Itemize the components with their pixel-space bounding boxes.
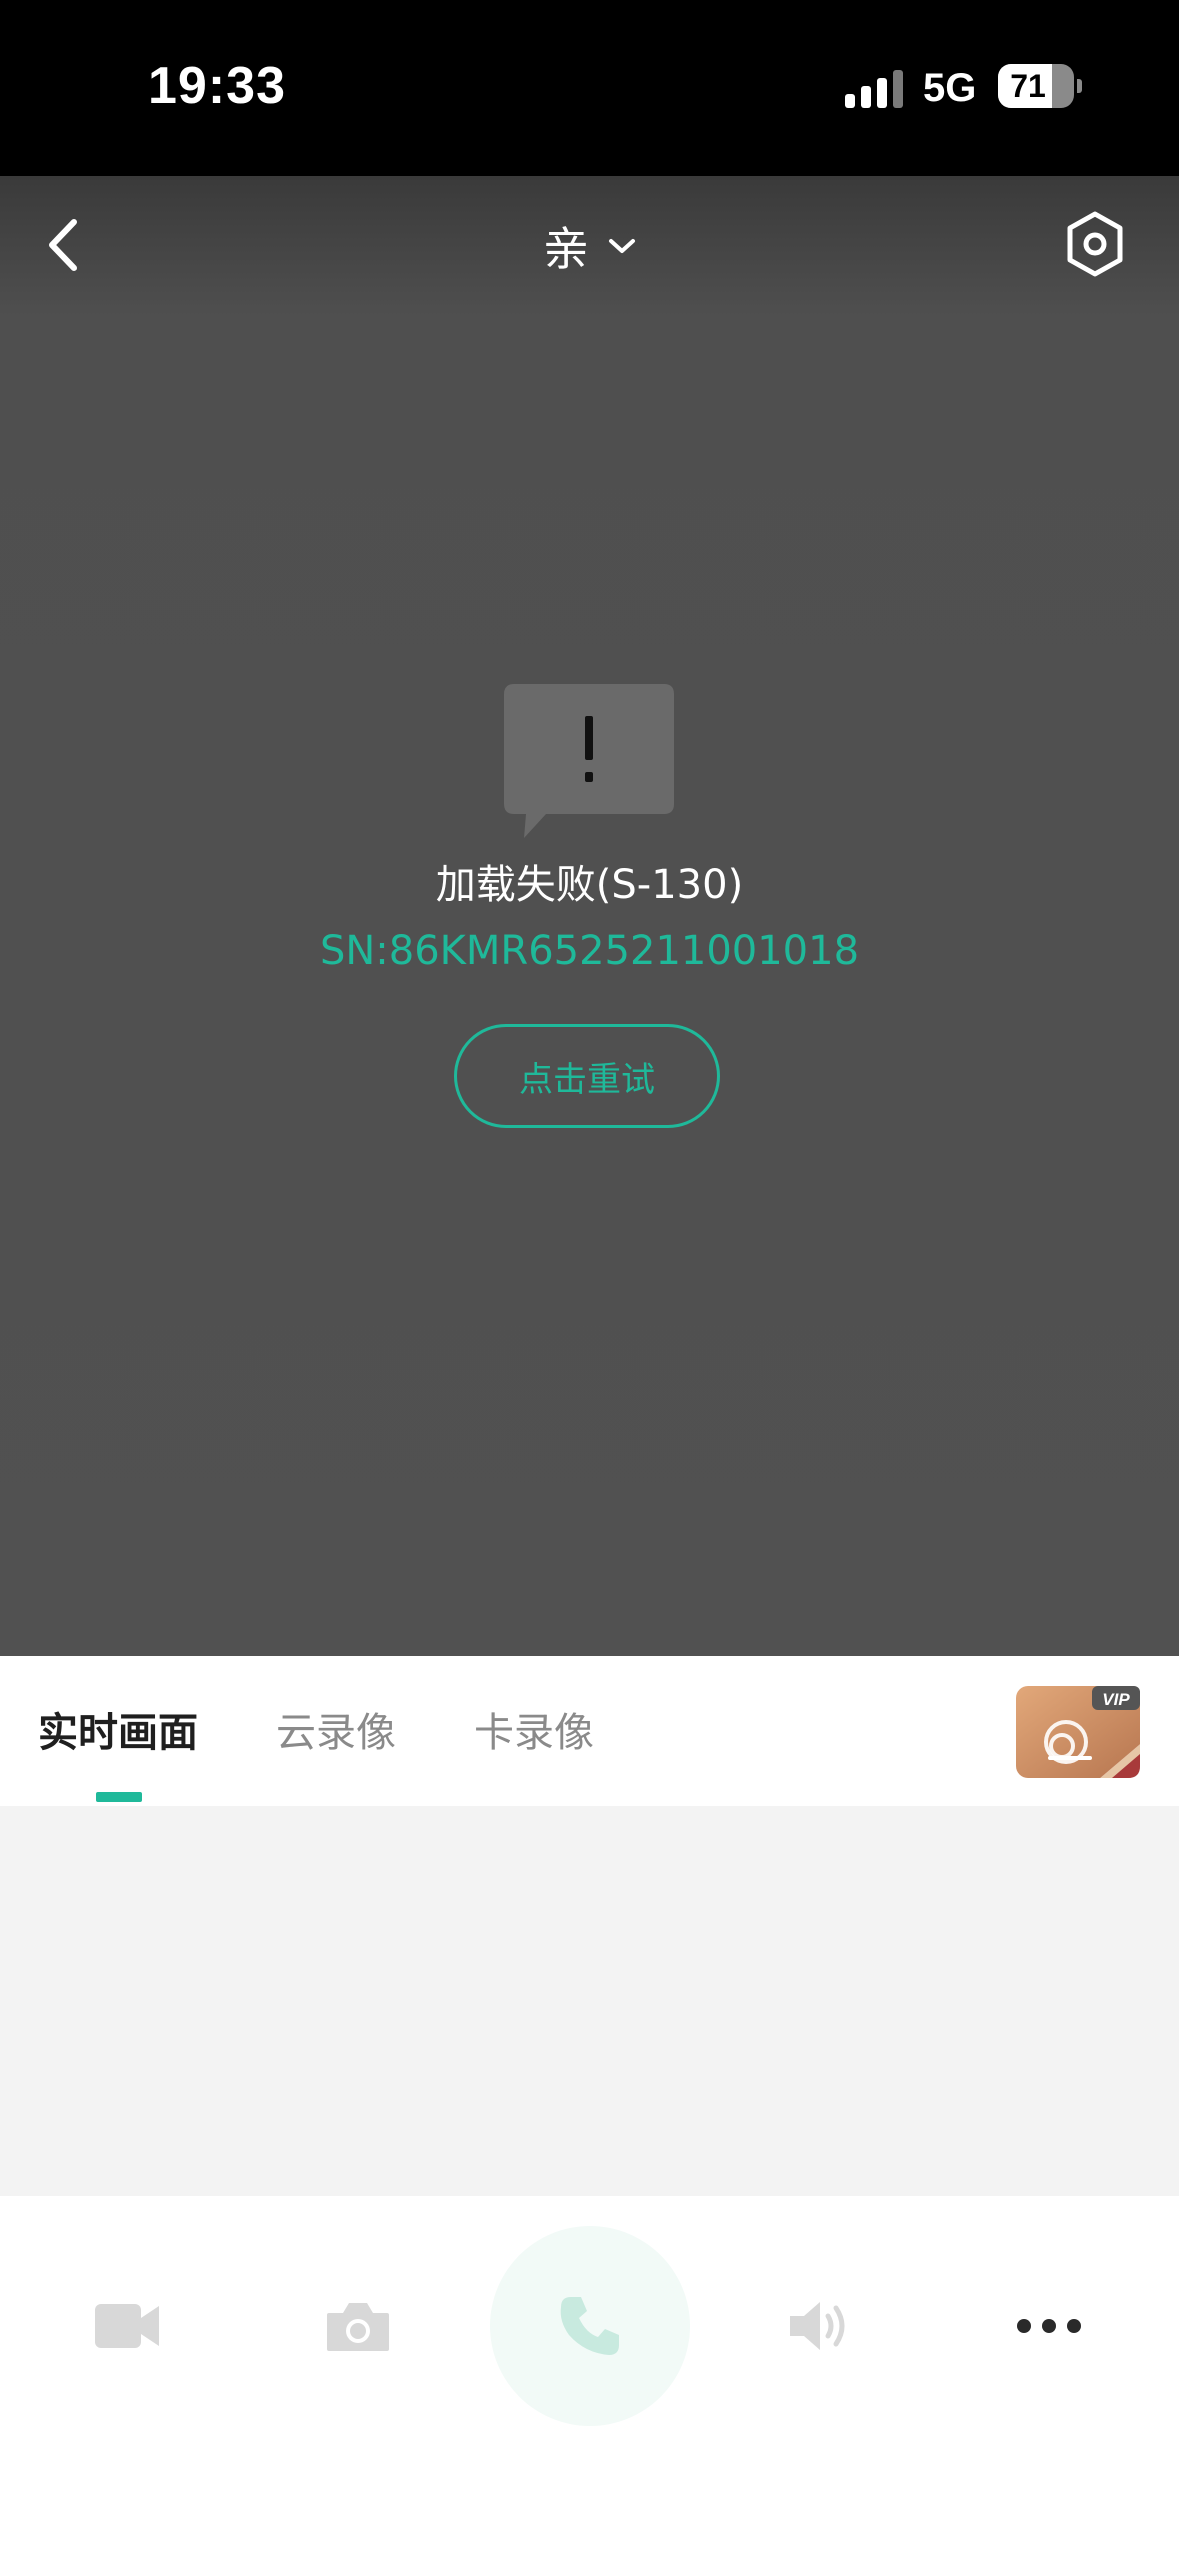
alert-bubble-icon <box>504 684 674 838</box>
cellular-signal-icon <box>845 70 903 108</box>
more-icon <box>1017 2319 1081 2333</box>
phone-icon <box>560 2297 619 2355</box>
battery-percent: 71 <box>1010 68 1046 104</box>
more-button[interactable] <box>999 2276 1099 2376</box>
settings-button[interactable] <box>1062 208 1128 280</box>
hexagon-gear-icon <box>1067 211 1123 277</box>
retry-button[interactable]: 点击重试 <box>454 1024 720 1128</box>
device-serial: SN:86KMR6525211001018 <box>319 928 860 974</box>
status-time: 19:33 <box>148 57 286 115</box>
tab-card-recording[interactable]: 卡录像 <box>474 1700 594 1758</box>
network-type: 5G <box>923 66 977 110</box>
chevron-down-icon <box>609 239 635 253</box>
tab-live-view[interactable]: 实时画面 <box>38 1700 198 1758</box>
page-title: 亲 <box>543 222 589 276</box>
status-bar: 19:33 5G 71 <box>0 0 1179 176</box>
speaker-button[interactable] <box>769 2276 869 2376</box>
chevron-left-icon <box>49 219 77 271</box>
snapshot-button[interactable] <box>308 2276 408 2376</box>
error-message: 加载失败(S-130) <box>435 862 744 908</box>
speaker-icon <box>790 2302 845 2350</box>
video-player <box>0 176 1179 1656</box>
cloud-vip-badge[interactable]: VIP <box>1014 1684 1142 1780</box>
call-button[interactable] <box>490 2226 690 2426</box>
record-button[interactable] <box>78 2276 178 2376</box>
battery-icon: 71 <box>998 64 1082 108</box>
vip-label: VIP <box>1102 1690 1130 1709</box>
back-button[interactable] <box>36 210 96 280</box>
active-tab-indicator <box>96 1792 142 1802</box>
recording-list-area <box>0 1806 1179 2196</box>
device-selector[interactable]: 亲 <box>490 210 690 282</box>
video-camera-icon <box>95 2304 159 2348</box>
tab-cloud-recording[interactable]: 云录像 <box>276 1700 396 1758</box>
camera-icon <box>327 2303 389 2351</box>
